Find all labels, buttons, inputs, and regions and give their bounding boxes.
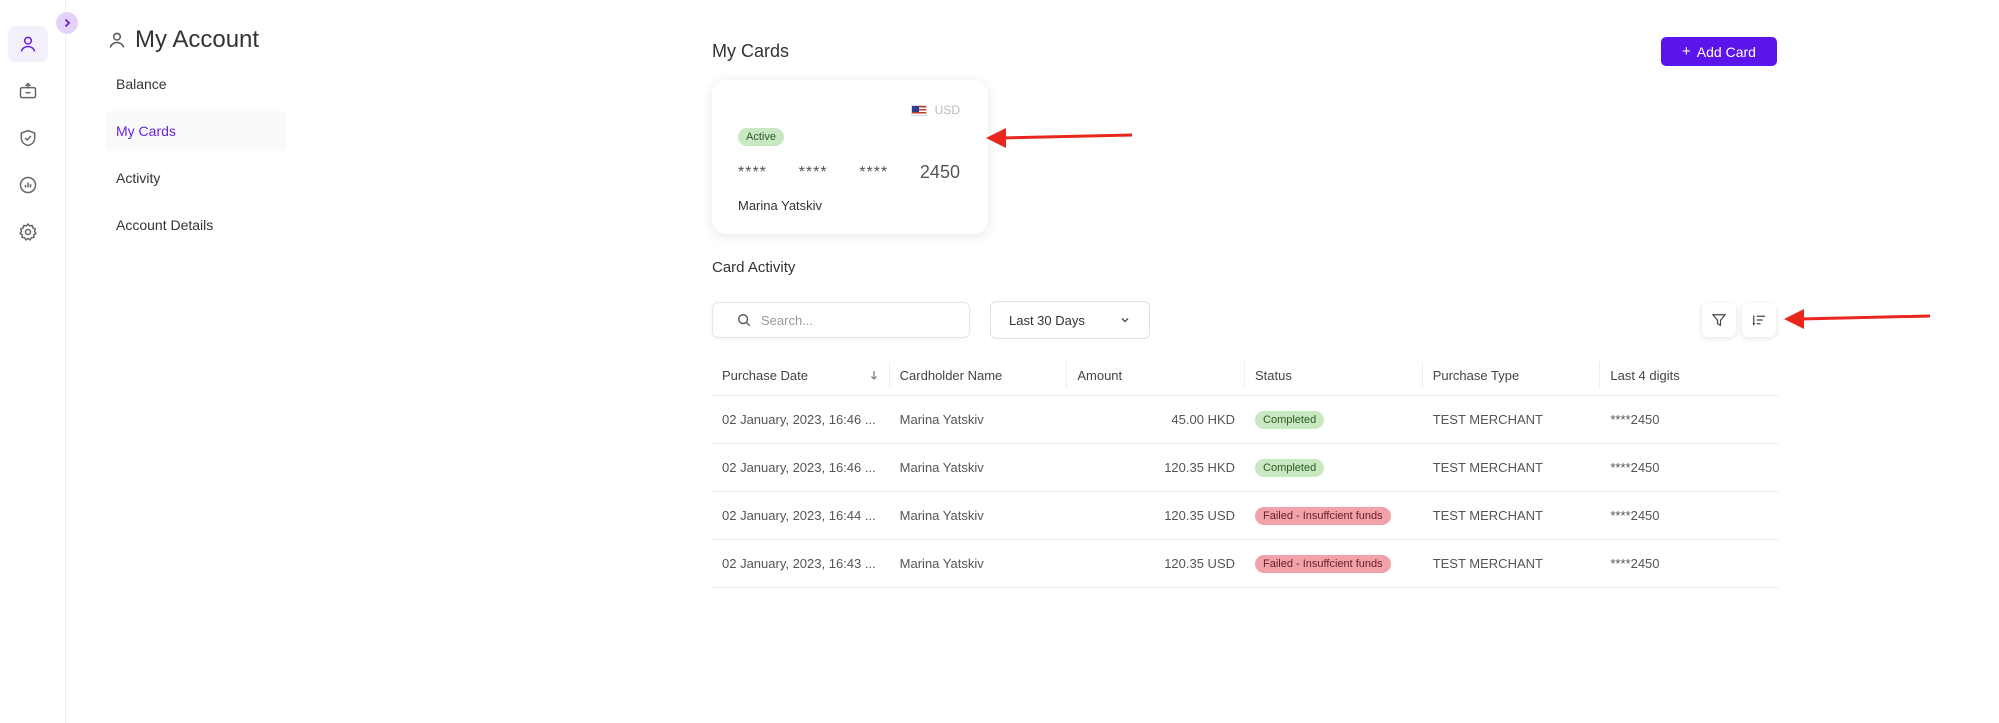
cell-cardholder-name: Marina Yatskiv xyxy=(899,556,984,571)
column-label: Cardholder Name xyxy=(899,367,1003,383)
chart-icon xyxy=(19,176,37,194)
cards-section-title: My Cards xyxy=(712,41,790,61)
cell-amount: 120.35 USD xyxy=(1164,556,1236,571)
rail-security-button[interactable] xyxy=(8,120,48,156)
chevron-down-icon xyxy=(1121,317,1129,323)
card-status-badge: Active xyxy=(738,128,784,146)
cell-purchase-type: TEST MERCHANT xyxy=(1432,460,1543,475)
table-row[interactable]: 02 January, 2023, 16:46 ... Marina Yatsk… xyxy=(712,396,1778,444)
cell-amount: 120.35 HKD xyxy=(1164,460,1236,475)
gear-icon xyxy=(19,222,37,241)
column-header-amount[interactable]: Amount xyxy=(1067,362,1246,388)
search-box[interactable] xyxy=(712,302,970,338)
user-icon xyxy=(20,36,36,52)
cell-status: Completed xyxy=(1245,410,1423,429)
card-number-last4: 2450 xyxy=(919,162,960,182)
column-label: Purchase Date xyxy=(722,367,808,383)
cell-amount: 45.00 HKD xyxy=(1171,412,1236,427)
card-currency-code: USD xyxy=(934,103,960,117)
column-label: Amount xyxy=(1077,367,1123,383)
cell-purchase-date: 02 January, 2023, 16:44 ... xyxy=(722,508,876,523)
card-activity-table: Purchase Date Cardholder Name Amount Sta… xyxy=(712,354,1778,588)
sort-button[interactable] xyxy=(1742,303,1776,337)
page-title-text: My Account xyxy=(135,26,260,53)
status-badge: Failed - Insuffcient funds xyxy=(1255,554,1391,573)
cell-purchase-date: 02 January, 2023, 16:46 ... xyxy=(722,460,876,475)
us-flag-icon xyxy=(910,104,927,116)
cell-last-4-digits: ****2450 xyxy=(1610,412,1660,427)
annotation-arrow-card xyxy=(986,128,1133,148)
nav-item-activity[interactable]: Activity xyxy=(106,158,286,198)
column-header-purchase-type[interactable]: Purchase Type xyxy=(1423,362,1601,388)
date-range-select[interactable]: Last 30 Days xyxy=(990,301,1150,339)
rail-settings-button[interactable] xyxy=(8,214,48,250)
annotation-arrow-sort xyxy=(1784,309,1931,329)
column-label: Purchase Type xyxy=(1432,367,1520,383)
column-label: Status xyxy=(1255,367,1292,383)
bank-card[interactable]: USD Active **** **** **** 2450 Marina Ya… xyxy=(712,80,988,234)
cell-last-4-digits: ****2450 xyxy=(1610,508,1660,523)
card-number-mask-1: **** xyxy=(738,163,767,181)
table-header: Purchase Date Cardholder Name Amount Sta… xyxy=(712,354,1778,396)
column-header-status[interactable]: Status xyxy=(1245,362,1423,388)
card-number-mask-2: **** xyxy=(798,163,828,181)
card-number-mask-3: **** xyxy=(859,163,889,181)
table-row[interactable]: 02 January, 2023, 16:44 ... Marina Yatsk… xyxy=(712,492,1778,540)
cell-purchase-type: TEST MERCHANT xyxy=(1432,556,1543,571)
column-label: Last 4 digits xyxy=(1610,367,1680,383)
card-number: **** **** **** 2450 xyxy=(738,162,960,183)
rail-account-button[interactable] xyxy=(8,26,48,62)
icon-rail xyxy=(0,0,66,723)
filter-icon xyxy=(1711,314,1727,327)
cell-status: Completed xyxy=(1245,458,1423,477)
table-row[interactable]: 02 January, 2023, 16:43 ... Marina Yatsk… xyxy=(712,540,1778,588)
rail-reports-button[interactable] xyxy=(8,167,48,203)
bank-card-icon xyxy=(19,82,37,99)
column-header-cardholder-name[interactable]: Cardholder Name xyxy=(890,362,1068,388)
rail-cards-button[interactable] xyxy=(8,73,48,109)
page-title: My Account xyxy=(107,26,259,54)
search-input[interactable] xyxy=(761,312,941,328)
cell-purchase-type: TEST MERCHANT xyxy=(1432,412,1543,427)
cell-purchase-date: 02 January, 2023, 16:46 ... xyxy=(722,412,876,427)
status-badge: Completed xyxy=(1255,410,1325,429)
plus-icon: + xyxy=(1682,43,1691,60)
cell-cardholder-name: Marina Yatskiv xyxy=(899,412,984,427)
card-currency: USD xyxy=(910,103,960,117)
status-badge: Failed - Insuffcient funds xyxy=(1255,506,1391,525)
chevron-right-icon xyxy=(64,18,71,28)
column-header-purchase-date[interactable]: Purchase Date xyxy=(712,362,890,388)
add-card-label: Add Card xyxy=(1696,43,1756,60)
arrow-down-icon[interactable] xyxy=(869,370,879,380)
status-badge: Completed xyxy=(1255,458,1325,477)
sort-icon xyxy=(1752,315,1765,326)
filter-button[interactable] xyxy=(1702,303,1736,337)
search-icon xyxy=(738,314,751,327)
cell-amount: 120.35 USD xyxy=(1164,508,1236,523)
card-activity-title: Card Activity xyxy=(712,259,796,276)
nav-item-account-details[interactable]: Account Details xyxy=(106,205,286,245)
nav-item-balance[interactable]: Balance xyxy=(106,64,286,104)
cell-cardholder-name: Marina Yatskiv xyxy=(899,460,984,475)
cell-purchase-date: 02 January, 2023, 16:43 ... xyxy=(722,556,876,571)
table-row[interactable]: 02 January, 2023, 16:46 ... Marina Yatsk… xyxy=(712,444,1778,492)
cell-status: Failed - Insuffcient funds xyxy=(1245,554,1423,573)
date-range-value: Last 30 Days xyxy=(1009,312,1085,328)
cell-cardholder-name: Marina Yatskiv xyxy=(899,508,984,523)
card-holder-name: Marina Yatskiv xyxy=(738,198,823,213)
cell-last-4-digits: ****2450 xyxy=(1610,460,1660,475)
nav-item-my-cards[interactable]: My Cards xyxy=(106,111,286,151)
cell-last-4-digits: ****2450 xyxy=(1610,556,1660,571)
collapse-sidebar-button[interactable] xyxy=(56,12,78,34)
shield-check-icon xyxy=(20,129,36,147)
column-header-last-4-digits[interactable]: Last 4 digits xyxy=(1600,362,1778,388)
cell-purchase-type: TEST MERCHANT xyxy=(1432,508,1543,523)
cell-status: Failed - Insuffcient funds xyxy=(1245,506,1423,525)
user-icon xyxy=(109,32,125,48)
add-card-button[interactable]: + Add Card xyxy=(1661,37,1777,66)
